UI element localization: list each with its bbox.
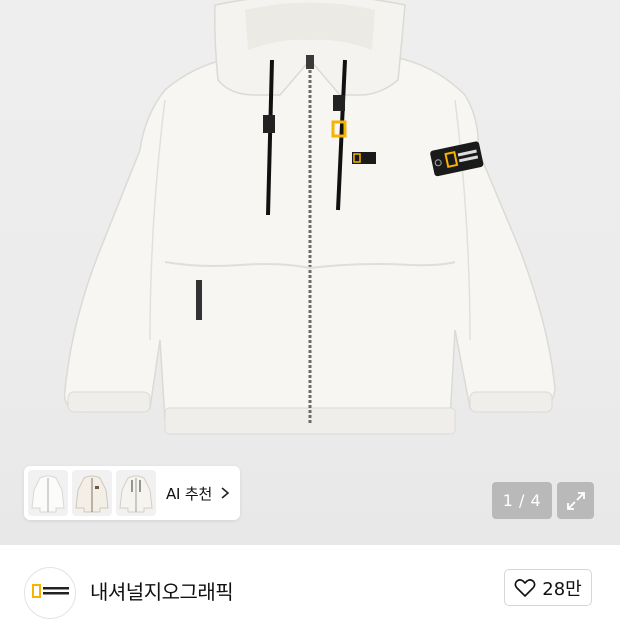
jacket-thumb-icon (75, 475, 109, 513)
recommend-thumbnail[interactable] (72, 470, 112, 516)
ai-recommend-strip[interactable]: AI 추천 (24, 466, 240, 520)
heart-icon (514, 578, 536, 597)
expand-button[interactable] (557, 482, 594, 519)
national-geographic-logo-icon (32, 584, 69, 598)
recommend-thumbnail[interactable] (116, 470, 156, 516)
brand-bar: 내셔널지오그래픽 28만 (0, 545, 620, 620)
brand-logo[interactable] (24, 567, 76, 619)
jacket-thumb-icon (31, 475, 65, 513)
ai-recommend-label: AI 추천 (166, 484, 213, 503)
like-count: 28만 (542, 578, 582, 600)
expand-icon (566, 491, 585, 510)
page-indicator-text: 1 / 4 (502, 491, 542, 510)
recommend-thumbnail[interactable] (28, 470, 68, 516)
product-image[interactable] (0, 0, 620, 545)
like-button[interactable]: 28만 (504, 569, 592, 606)
brand-name[interactable]: 내셔널지오그래픽 (90, 576, 234, 605)
chevron-right-icon (221, 487, 230, 499)
jacket-thumb-icon (119, 475, 153, 513)
jacket-illustration (63, 0, 556, 435)
page-indicator: 1 / 4 (492, 482, 552, 519)
